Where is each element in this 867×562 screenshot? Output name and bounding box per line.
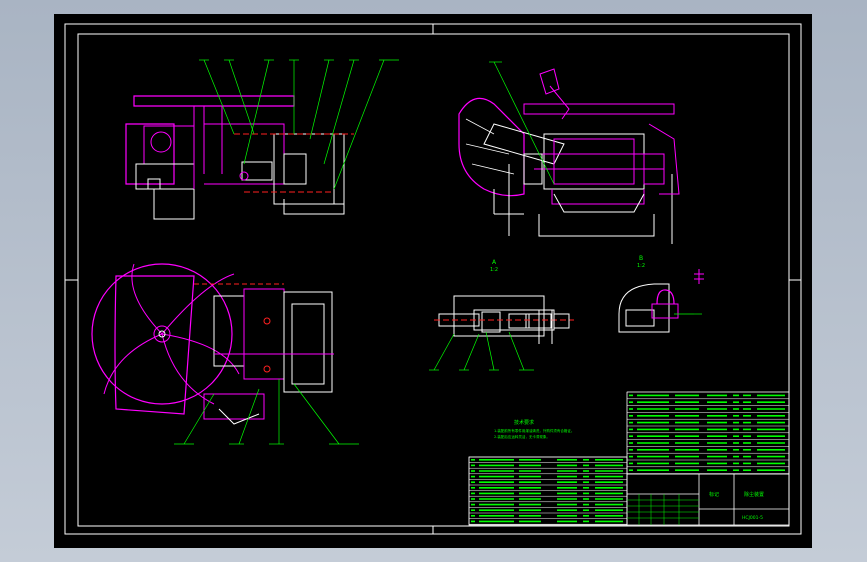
parts-list-left-rows xyxy=(468,456,628,525)
view-bottom-left xyxy=(91,263,334,425)
cad-viewport[interactable]: A 1:2 B 1:2 技术要求 1.装配前所有零件用煤油清洗，外购件须有合格证… xyxy=(54,14,812,548)
drawing-title: 除尘装置 xyxy=(744,491,764,498)
sheet-border xyxy=(64,23,802,535)
view-detail-b: B 1:2 xyxy=(618,255,704,333)
view-detail-a: A 1:2 xyxy=(434,259,574,344)
cad-drawing: A 1:2 B 1:2 技术要求 1.装配前所有零件用煤油清洗，外购件须有合格证… xyxy=(64,23,802,535)
parts-list-left xyxy=(468,456,628,526)
leaders-view-bottom-left xyxy=(174,379,359,445)
section-mark-b-scale: 1:2 xyxy=(637,263,645,269)
notes-heading: 技术要求 xyxy=(514,419,534,426)
title-block xyxy=(626,473,790,526)
drawing-number: HCJ001-5 xyxy=(742,515,763,521)
technical-notes: 技术要求 1.装配前所有零件用煤油清洗，外购件须有合格证。 2.装配后应运转灵活… xyxy=(494,419,574,439)
section-mark-a: A xyxy=(492,259,497,266)
title-block-grid xyxy=(627,494,699,525)
parts-list-right-rows xyxy=(626,391,790,474)
section-mark-a-scale: 1:2 xyxy=(490,267,498,273)
drawing-frame xyxy=(77,33,790,527)
section-mark-b: B xyxy=(639,255,643,262)
leaders-detail-a xyxy=(429,331,534,371)
notes-line-1: 1.装配前所有零件用煤油清洗，外购件须有合格证。 xyxy=(494,428,574,433)
notes-line-2: 2.装配后应运转灵活，无卡滞现象。 xyxy=(494,434,550,439)
view-top-right xyxy=(458,68,680,244)
centering-marks xyxy=(65,24,801,534)
title-block-label: 标记 xyxy=(709,491,719,498)
view-top-left xyxy=(125,95,354,220)
